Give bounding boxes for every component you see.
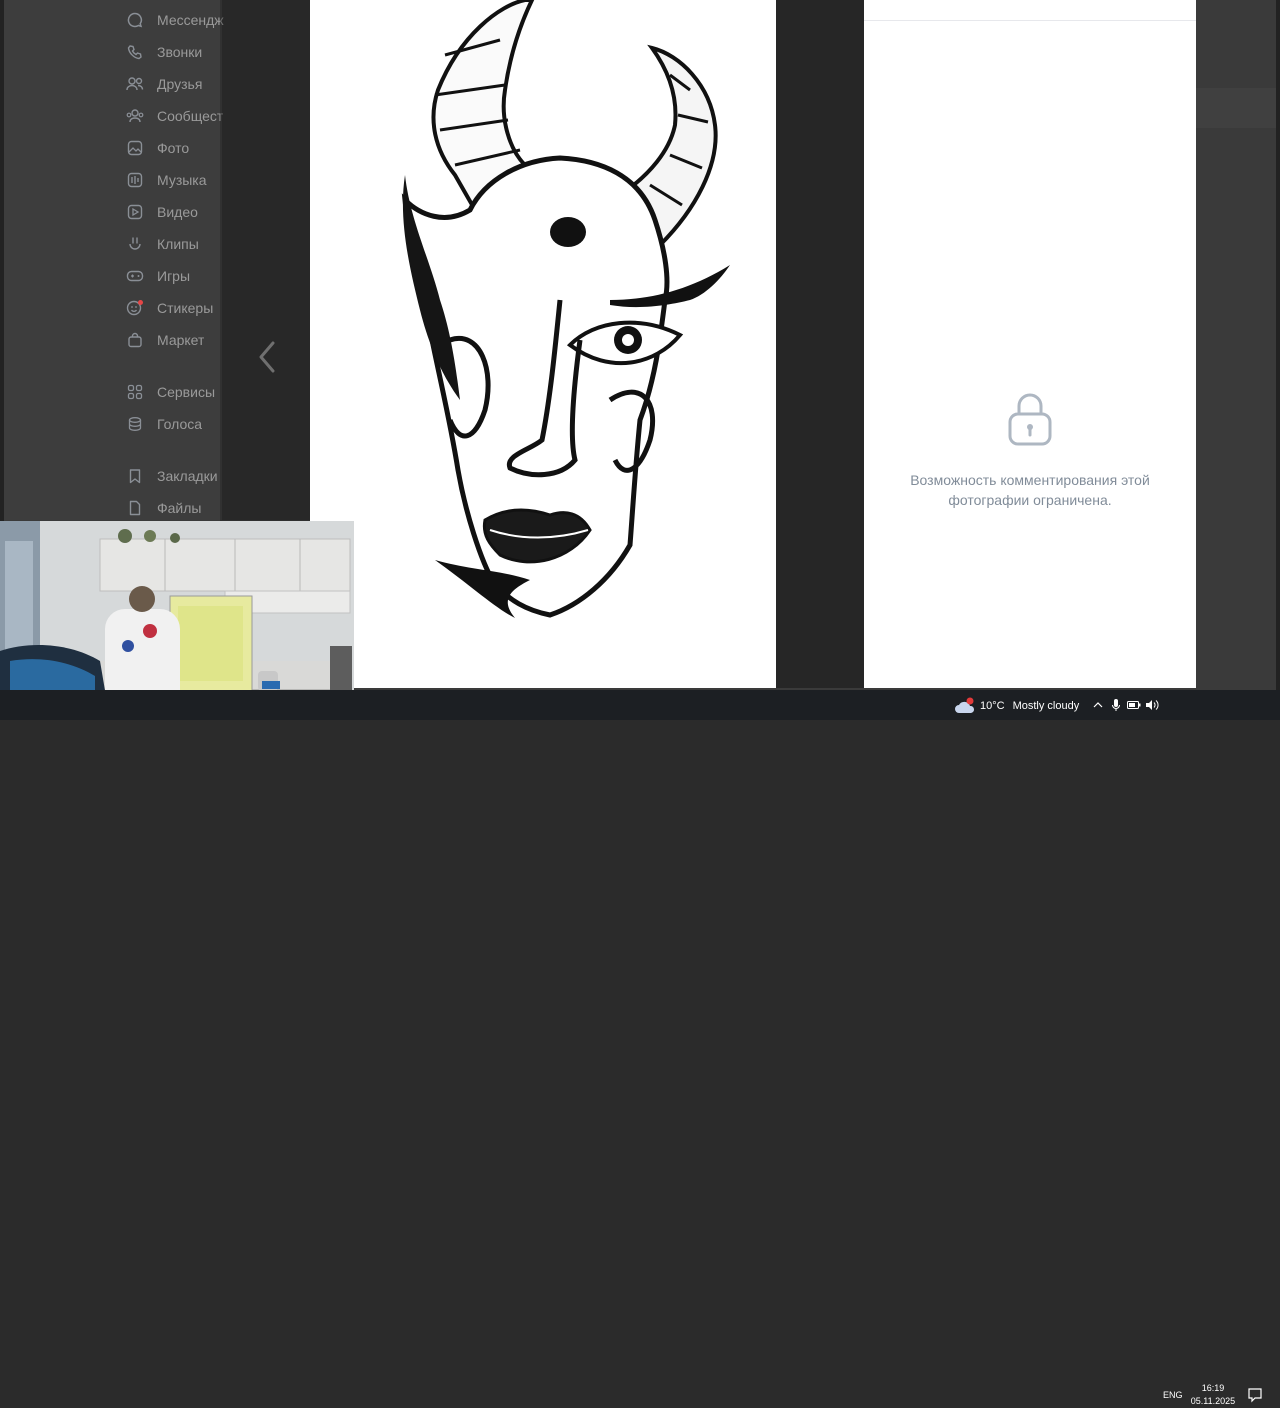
sidebar-item-label: Маркет — [157, 332, 205, 348]
demon-mask-drawing — [401, 0, 730, 618]
chevron-left-icon — [259, 341, 275, 373]
comments-locked-message: Возможность комментирования этой фотогра… — [910, 472, 1150, 508]
notification-icon[interactable] — [1247, 1387, 1263, 1403]
sidebar-item-label: Сообщест — [157, 108, 224, 124]
comments-panel: Возможность комментирования этой фотогра… — [864, 0, 1196, 688]
clips-icon — [126, 235, 144, 253]
cloud-weather-icon — [954, 697, 976, 715]
sidebar-item-label: Мессендж — [157, 12, 224, 28]
communities-icon — [126, 107, 144, 125]
sidebar-item-label: Звонки — [157, 44, 203, 60]
panel-divider — [864, 20, 1196, 21]
background-band — [1196, 88, 1276, 128]
games-icon — [126, 267, 144, 285]
viewer-right-gutter — [776, 0, 864, 688]
sidebar-item-label: Фото — [157, 140, 190, 156]
music-icon — [126, 171, 144, 189]
battery-icon[interactable] — [1125, 697, 1143, 713]
sidebar-item-label: Голоса — [157, 416, 203, 432]
sidebar-item-label: Музыка — [157, 172, 207, 188]
files-icon — [126, 499, 144, 517]
chevron-up-icon[interactable] — [1089, 697, 1107, 713]
lock-icon — [1008, 392, 1052, 446]
sidebar-item-label: Клипы — [157, 236, 199, 252]
weather-temperature: 10°C — [980, 700, 1005, 712]
window-right-edge — [1276, 0, 1280, 690]
votes-icon — [126, 415, 144, 433]
previous-photo-button[interactable] — [252, 340, 282, 374]
volume-icon[interactable] — [1143, 697, 1161, 713]
windows-taskbar: 10°C Mostly cloudy ENG 16:19 05.11.2025 — [0, 690, 1280, 1406]
video-icon — [126, 203, 144, 221]
clock-time: 16:19 — [1201, 1383, 1225, 1393]
friends-icon — [126, 75, 144, 93]
sidebar-item-label: Стикеры — [157, 300, 214, 316]
photo-icon — [126, 139, 144, 157]
dimmed-page-right — [1196, 0, 1280, 690]
microphone-icon[interactable] — [1107, 697, 1125, 713]
sidebar-item-label: Файлы — [157, 500, 202, 516]
messenger-icon — [126, 11, 144, 29]
photo-viewer-image[interactable] — [310, 0, 776, 688]
bookmarks-icon — [126, 467, 144, 485]
sidebar-item-label: Закладки — [157, 468, 218, 484]
system-tray — [1089, 697, 1161, 713]
clock-date: 05.11.2025 — [1190, 1396, 1236, 1406]
sidebar-item-label: Игры — [157, 268, 191, 284]
sidebar-item-label: Сервисы — [157, 384, 216, 400]
services-icon — [126, 383, 144, 401]
market-icon — [126, 331, 144, 349]
weather-description: Mostly cloudy — [1012, 700, 1080, 712]
stickers-icon — [126, 299, 144, 317]
third-eye — [550, 217, 586, 247]
system-clock[interactable]: 16:19 05.11.2025 — [1190, 1382, 1236, 1408]
weather-widget[interactable]: 10°C Mostly cloudy — [954, 697, 1079, 715]
sidebar-item-label: Друзья — [157, 76, 203, 92]
sidebar-item-label: Видео — [157, 204, 198, 220]
language-indicator[interactable]: ENG — [1163, 1390, 1183, 1400]
phone-icon — [126, 43, 144, 61]
